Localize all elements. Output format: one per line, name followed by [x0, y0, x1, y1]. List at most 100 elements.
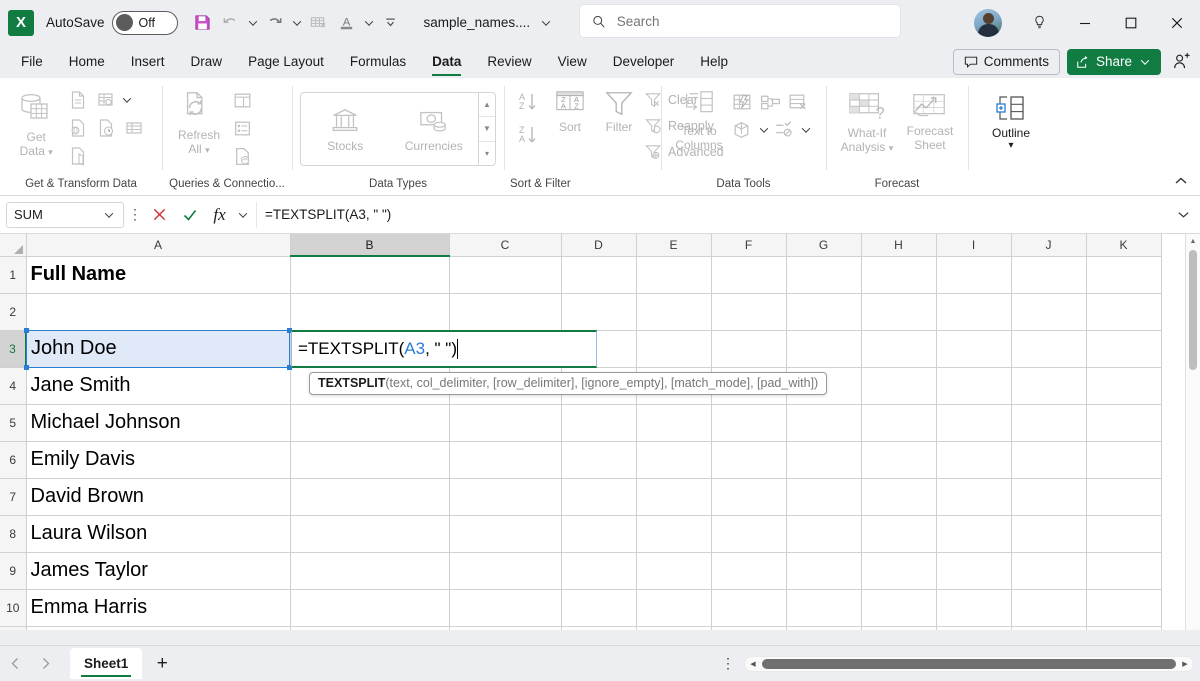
save-icon[interactable]: [190, 9, 216, 37]
cell-K3[interactable]: [1086, 330, 1162, 368]
cell-C2[interactable]: [449, 293, 562, 331]
column-header-F[interactable]: F: [711, 234, 787, 257]
tab-help[interactable]: Help: [687, 45, 741, 78]
cell-K8[interactable]: [1086, 515, 1162, 553]
clear-table-icon[interactable]: [306, 9, 332, 37]
search-input[interactable]: [616, 13, 888, 29]
tab-page-layout[interactable]: Page Layout: [235, 45, 337, 78]
cell-B9[interactable]: [290, 552, 450, 590]
cell-D9[interactable]: [561, 552, 637, 590]
column-header-B[interactable]: B: [290, 234, 450, 257]
cell-A9[interactable]: James Taylor: [26, 552, 291, 590]
row-header-7[interactable]: 7: [0, 478, 27, 516]
existing-connections-icon[interactable]: [64, 142, 92, 170]
cell-D2[interactable]: [561, 293, 637, 331]
cell-F10[interactable]: [711, 589, 787, 627]
cell-I6[interactable]: [936, 441, 1012, 479]
cell-I1[interactable]: [936, 256, 1012, 294]
cell-H11[interactable]: [861, 626, 937, 630]
row-header-8[interactable]: 8: [0, 515, 27, 553]
cell-J3[interactable]: [1011, 330, 1087, 368]
cell-A7[interactable]: David Brown: [26, 478, 291, 516]
cell-B6[interactable]: [290, 441, 450, 479]
cell-E3[interactable]: [636, 330, 712, 368]
text-to-columns-button[interactable]: Text to Columns: [669, 86, 729, 153]
cell-K10[interactable]: [1086, 589, 1162, 627]
gallery-scroll-up[interactable]: ▲: [479, 93, 495, 116]
cell-J11[interactable]: [1011, 626, 1087, 630]
row-header-5[interactable]: 5: [0, 404, 27, 442]
cell-H2[interactable]: [861, 293, 937, 331]
tab-review[interactable]: Review: [474, 45, 544, 78]
column-header-A[interactable]: A: [26, 234, 291, 257]
font-color-icon[interactable]: A: [334, 9, 360, 37]
from-text-csv-icon[interactable]: [64, 86, 92, 114]
horizontal-scroll-thumb[interactable]: [762, 658, 1176, 669]
relationships-icon[interactable]: [757, 88, 785, 116]
cell-G10[interactable]: [786, 589, 862, 627]
row-header-3[interactable]: 3: [0, 330, 27, 368]
column-header-D[interactable]: D: [561, 234, 637, 257]
manage-data-model-dropdown-icon[interactable]: [757, 116, 771, 144]
cell-B11[interactable]: [290, 626, 450, 630]
formula-history-dropdown-icon[interactable]: [236, 201, 250, 229]
cell-G8[interactable]: [786, 515, 862, 553]
cell-E9[interactable]: [636, 552, 712, 590]
sort-za-icon[interactable]: ZA: [512, 119, 544, 152]
cell-B10[interactable]: [290, 589, 450, 627]
cell-E7[interactable]: [636, 478, 712, 516]
remove-duplicates-icon[interactable]: [785, 88, 813, 116]
chevron-left-icon[interactable]: [0, 649, 30, 679]
cell-J8[interactable]: [1011, 515, 1087, 553]
column-header-H[interactable]: H: [861, 234, 937, 257]
cell-F5[interactable]: [711, 404, 787, 442]
cell-A11[interactable]: [26, 626, 291, 630]
cell-D7[interactable]: [561, 478, 637, 516]
cell-D5[interactable]: [561, 404, 637, 442]
filename-dropdown-icon[interactable]: [539, 9, 553, 37]
edit-links-icon[interactable]: [228, 142, 256, 170]
cell-I3[interactable]: [936, 330, 1012, 368]
forecast-sheet-button[interactable]: Forecast Sheet: [900, 88, 960, 153]
enter-icon[interactable]: [176, 202, 203, 228]
cell-H6[interactable]: [861, 441, 937, 479]
cell-A2[interactable]: [26, 293, 291, 331]
cell-G2[interactable]: [786, 293, 862, 331]
cell-C8[interactable]: [449, 515, 562, 553]
cell-I7[interactable]: [936, 478, 1012, 516]
cell-J5[interactable]: [1011, 404, 1087, 442]
hscroll-right-arrow[interactable]: ▶: [1177, 660, 1193, 668]
column-header-E[interactable]: E: [636, 234, 712, 257]
cell-F9[interactable]: [711, 552, 787, 590]
column-header-G[interactable]: G: [786, 234, 862, 257]
cell-F11[interactable]: [711, 626, 787, 630]
cell-K7[interactable]: [1086, 478, 1162, 516]
cell-H1[interactable]: [861, 256, 937, 294]
cell-D6[interactable]: [561, 441, 637, 479]
cell-K2[interactable]: [1086, 293, 1162, 331]
cell-I8[interactable]: [936, 515, 1012, 553]
cell-J4[interactable]: [1011, 367, 1087, 405]
cancel-icon[interactable]: [146, 202, 173, 228]
column-header-I[interactable]: I: [936, 234, 1012, 257]
cell-F2[interactable]: [711, 293, 787, 331]
cell-I2[interactable]: [936, 293, 1012, 331]
cell-K11[interactable]: [1086, 626, 1162, 630]
cell-K1[interactable]: [1086, 256, 1162, 294]
data-validation-dropdown-icon[interactable]: [799, 116, 813, 144]
cell-C10[interactable]: [449, 589, 562, 627]
vertical-scrollbar[interactable]: ▲: [1185, 234, 1200, 630]
what-if-analysis-button[interactable]: ? What-If Analysis ▾: [834, 88, 900, 155]
cell-D10[interactable]: [561, 589, 637, 627]
cell-B5[interactable]: [290, 404, 450, 442]
cell-I5[interactable]: [936, 404, 1012, 442]
column-header-J[interactable]: J: [1011, 234, 1087, 257]
cell-G5[interactable]: [786, 404, 862, 442]
cell-G9[interactable]: [786, 552, 862, 590]
tab-file[interactable]: File: [8, 45, 56, 78]
from-table-dropdown-icon[interactable]: [120, 86, 134, 114]
tab-view[interactable]: View: [545, 45, 600, 78]
select-all-corner[interactable]: [0, 234, 27, 257]
queries-connections-icon[interactable]: [228, 86, 256, 114]
cell-J7[interactable]: [1011, 478, 1087, 516]
